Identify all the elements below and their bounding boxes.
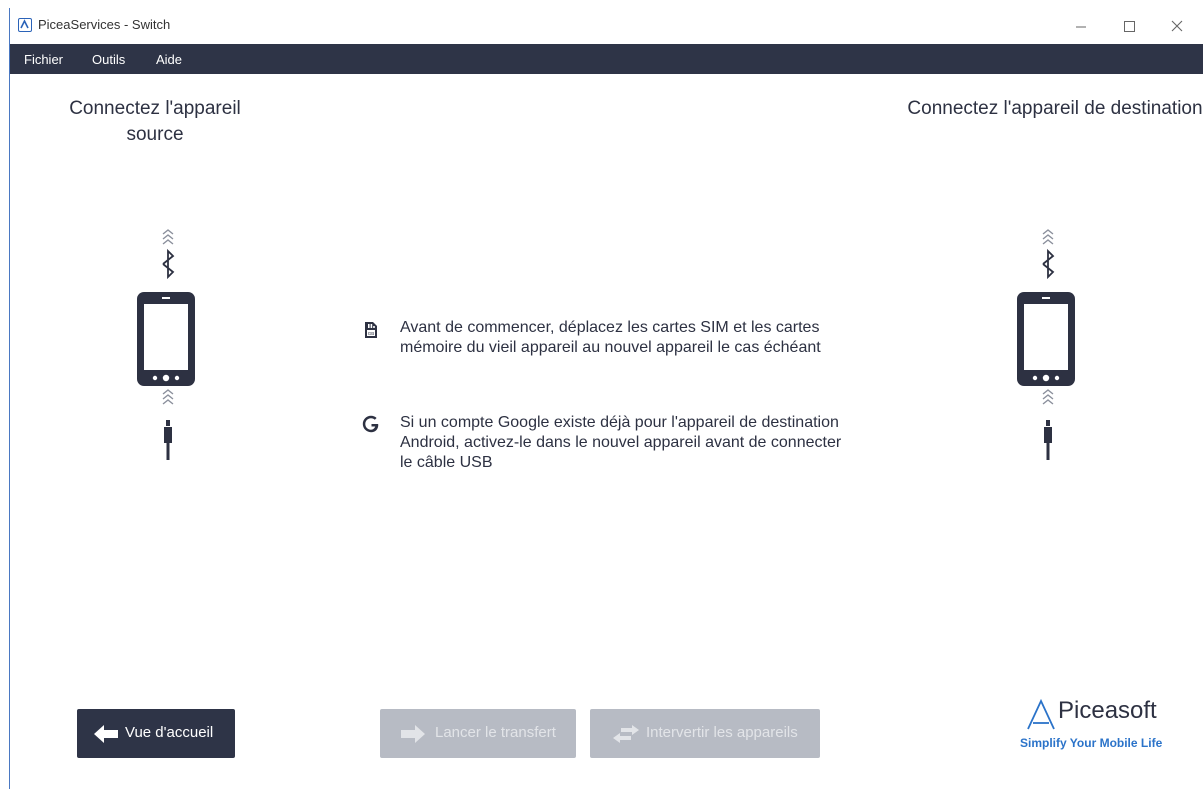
wireless-waves-icon xyxy=(162,229,174,245)
brand-tagline: Simplify Your Mobile Life xyxy=(1020,736,1163,750)
menu-fichier[interactable]: Fichier xyxy=(24,52,63,67)
close-button[interactable] xyxy=(1157,12,1197,40)
piceasoft-logo: Piceasoft Simplify Your Mobile Life xyxy=(1020,695,1190,765)
menu-outils[interactable]: Outils xyxy=(92,52,125,67)
sim-card-notice-text: Avant de commencer, déplacez les cartes … xyxy=(400,319,821,356)
source-device xyxy=(125,220,195,463)
svg-text:GB: GB xyxy=(368,331,375,336)
cable-waves-icon xyxy=(1042,389,1054,405)
brand-name: Piceasoft xyxy=(1058,697,1157,724)
google-account-notice-text: Si un compte Google existe déjà pour l'a… xyxy=(400,414,842,471)
menu-aide[interactable]: Aide xyxy=(156,52,182,67)
start-transfer-button[interactable]: Lancer le transfert xyxy=(380,709,576,758)
home-view-button[interactable]: Vue d'accueil xyxy=(77,709,235,758)
bluetooth-icon xyxy=(162,248,175,280)
arrow-right-icon xyxy=(401,725,425,743)
home-view-label: Vue d'accueil xyxy=(125,724,214,741)
start-transfer-label: Lancer le transfert xyxy=(435,724,556,741)
usb-cable-icon xyxy=(1044,420,1052,463)
swap-devices-label: Intervertir les appareils xyxy=(646,724,798,741)
minimize-button[interactable] xyxy=(1061,12,1101,40)
cable-waves-icon xyxy=(162,389,174,405)
bluetooth-icon xyxy=(1042,248,1055,280)
destination-device xyxy=(1005,220,1075,463)
google-icon xyxy=(360,413,382,435)
window-title: PiceaServices - Switch xyxy=(38,17,171,32)
phone-icon xyxy=(137,292,195,386)
phone-icon xyxy=(1017,292,1075,386)
app-logo-icon xyxy=(18,18,32,32)
arrow-left-icon xyxy=(94,725,118,743)
piceasoft-logo-icon xyxy=(1027,698,1055,730)
source-heading: Connectez l'appareil source xyxy=(69,98,241,145)
maximize-button[interactable] xyxy=(1109,12,1149,40)
title-bar[interactable]: PiceaServices - Switch xyxy=(10,8,1203,44)
swap-devices-button[interactable]: Intervertir les appareils xyxy=(590,709,820,758)
usb-cable-icon xyxy=(164,420,172,463)
destination-heading: Connectez l'appareil de destination xyxy=(907,98,1203,119)
wireless-waves-icon xyxy=(1042,229,1054,245)
swap-arrows-icon xyxy=(613,725,639,743)
sd-card-icon: GB xyxy=(360,318,382,340)
menu-bar: Fichier Outils Aide xyxy=(10,44,1203,74)
